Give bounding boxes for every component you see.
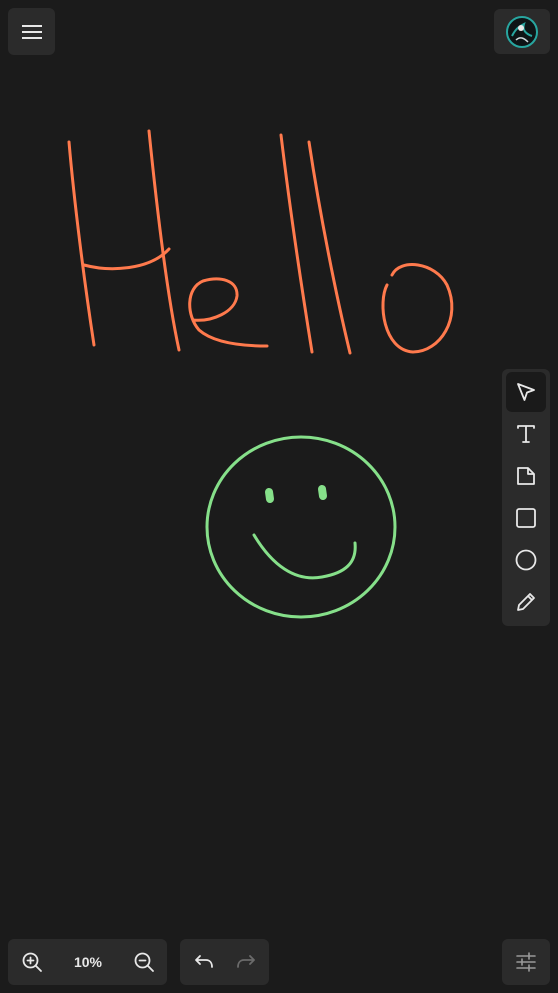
style-settings-button[interactable]: [502, 939, 550, 985]
sticky-note-icon: [517, 467, 535, 485]
undo-icon: [195, 955, 213, 968]
letter-e-stroke: [188, 277, 269, 348]
zoom-level-label[interactable]: 10%: [60, 939, 116, 985]
smiley-right-eye: [318, 485, 327, 500]
zoom-in-icon: [22, 952, 42, 972]
zoom-out-button[interactable]: [124, 942, 164, 982]
smiley-drawing: [205, 435, 397, 619]
smiley-left-eye: [265, 488, 274, 503]
smiley-face-outline: [205, 435, 397, 619]
square-icon: [516, 508, 536, 528]
zoom-out-icon: [134, 952, 154, 972]
redo-icon: [237, 955, 255, 968]
history-controls: [180, 939, 269, 985]
tool-text-button[interactable]: [506, 414, 546, 454]
text-icon: [517, 425, 535, 443]
tool-ellipse-button[interactable]: [506, 540, 546, 580]
hamburger-menu-icon: [12, 12, 52, 52]
letter-h-cross-stroke: [82, 247, 171, 271]
hello-drawing: [67, 129, 454, 355]
letter-h-left-stroke: [67, 140, 96, 347]
drawing-canvas[interactable]: [0, 0, 558, 993]
zoom-controls: 10%: [8, 939, 167, 985]
letter-l1-stroke: [279, 133, 314, 354]
tool-note-button[interactable]: [506, 456, 546, 496]
smiley-mouth: [252, 533, 357, 580]
pencil-icon: [517, 593, 535, 611]
sliders-icon: [506, 942, 546, 982]
user-avatar-button[interactable]: [494, 9, 550, 54]
main-menu-button[interactable]: [8, 8, 55, 55]
letter-h-right-stroke: [147, 129, 181, 352]
zoom-in-button[interactable]: [12, 942, 52, 982]
user-avatar-icon: [502, 12, 542, 52]
cursor-arrow-icon: [517, 383, 535, 401]
letter-l2-stroke: [307, 140, 352, 355]
letter-o-stroke: [381, 263, 454, 354]
tool-pencil-button[interactable]: [506, 582, 546, 622]
redo-button[interactable]: [226, 942, 266, 982]
undo-button[interactable]: [184, 942, 224, 982]
tool-palette: [502, 369, 550, 626]
tool-select-button[interactable]: [506, 372, 546, 412]
tool-rectangle-button[interactable]: [506, 498, 546, 538]
circle-icon: [515, 549, 537, 571]
